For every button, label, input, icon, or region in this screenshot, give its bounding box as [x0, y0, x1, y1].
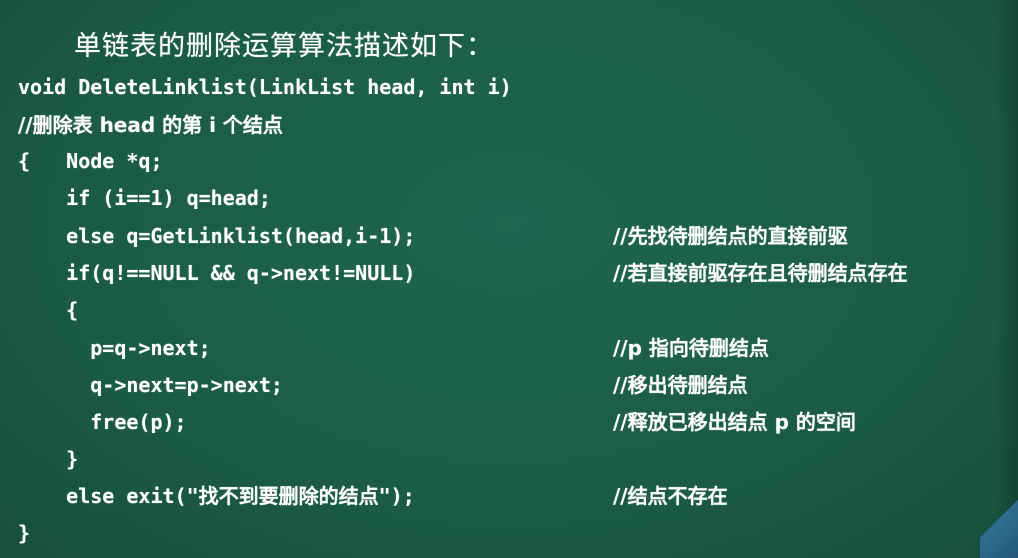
code-line-else-get: else q=GetLinklist(head,i-1);: [18, 224, 416, 248]
comment-p-assign: //p 指向待删结点: [613, 336, 769, 360]
code-line-signature: void DeleteLinklist(LinkList head, int i…: [18, 75, 512, 99]
code-line-free: free(p);: [18, 410, 187, 434]
comment-free: //释放已移出结点 p 的空间: [613, 410, 856, 434]
comment-q-next: //移出待删结点: [613, 373, 748, 397]
slide: 单链表的删除运算算法描述如下： void DeleteLinklist(Link…: [0, 0, 1018, 558]
code-line-open-brace: {: [18, 298, 79, 322]
slide-edge-shade: [996, 0, 1018, 558]
comment-if-check: //若直接前驱存在且待删结点存在: [613, 261, 908, 285]
code-line-declare: { Node *q;: [18, 149, 163, 173]
slide-title: 单链表的删除运算算法描述如下：: [74, 31, 494, 62]
code-line-end-brace: }: [18, 521, 31, 545]
code-line-if-first: if (i==1) q=head;: [18, 186, 271, 210]
comment-exit: //结点不存在: [613, 484, 728, 508]
code-line-q-next: q->next=p->next;: [18, 373, 283, 397]
code-line-else-exit: else exit("找不到要删除的结点");: [18, 484, 415, 508]
code-line-header-comment: //删除表 head 的第 i 个结点: [18, 113, 283, 137]
corner-decoration: [980, 498, 1018, 558]
code-line-if-check: if(q!==NULL && q->next!=NULL): [18, 261, 416, 285]
code-line-p-assign: p=q->next;: [18, 336, 211, 360]
code-line-close-brace: }: [18, 447, 79, 471]
comment-else-get: //先找待删结点的直接前驱: [613, 224, 848, 248]
